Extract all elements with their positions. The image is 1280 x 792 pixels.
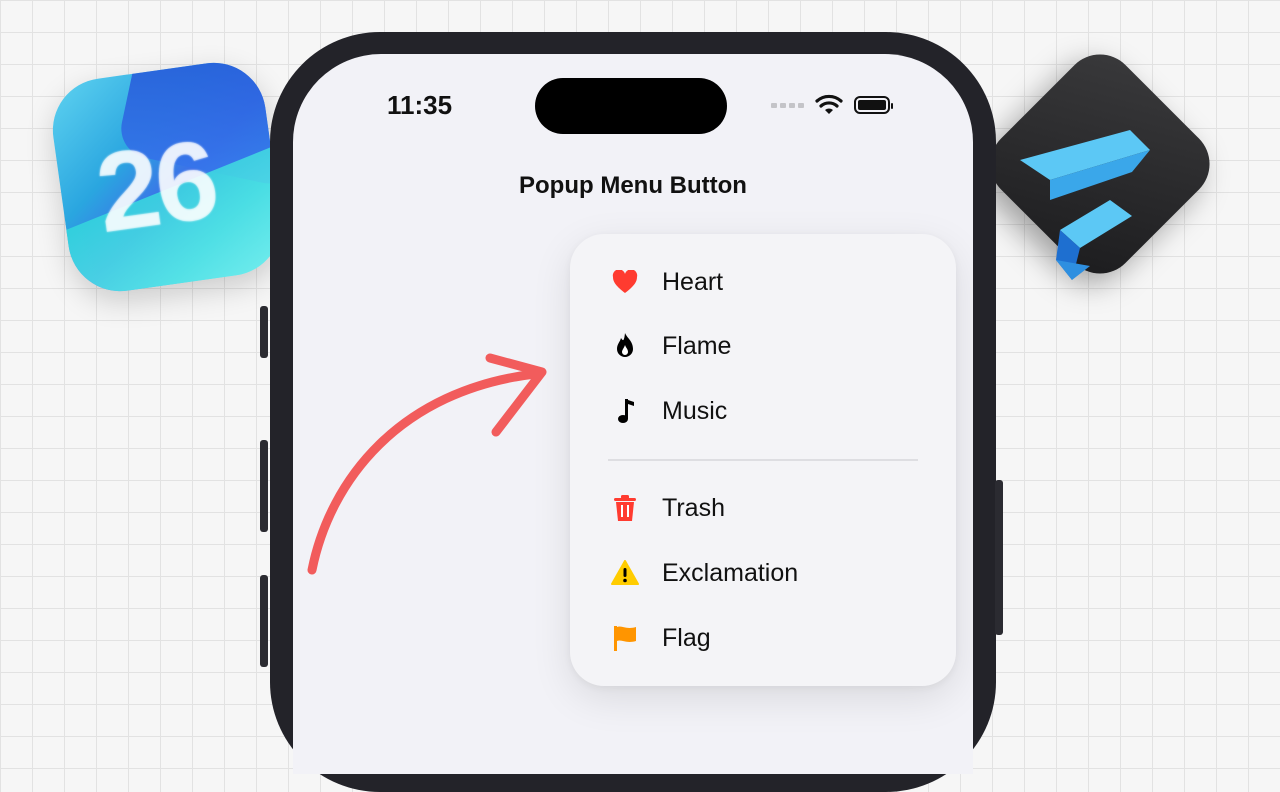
menu-item-label: Flame — [662, 331, 732, 360]
menu-item-music[interactable]: Music — [570, 383, 956, 439]
music-note-icon — [610, 396, 640, 426]
wifi-icon — [815, 94, 843, 114]
flutter-logo-icon — [1020, 130, 1150, 280]
volume-up-button — [260, 440, 268, 532]
menu-divider — [608, 459, 918, 461]
heart-icon — [610, 267, 640, 297]
page-title: Popup Menu Button — [519, 172, 747, 199]
battery-icon — [854, 96, 893, 114]
ios-version-badge: 26 — [89, 116, 222, 257]
volume-down-button — [260, 575, 268, 667]
menu-item-flame[interactable]: Flame — [570, 318, 956, 374]
dynamic-island — [535, 78, 727, 134]
cellular-signal-icon — [771, 102, 804, 108]
flame-icon — [610, 331, 640, 361]
menu-item-trash[interactable]: Trash — [570, 480, 956, 536]
power-button — [995, 480, 1003, 635]
menu-item-heart[interactable]: Heart — [570, 254, 956, 310]
ios-26-app-icon: 26 — [46, 56, 288, 298]
menu-item-flag[interactable]: Flag — [570, 610, 956, 666]
status-time: 11:35 — [387, 90, 453, 120]
menu-item-label: Exclamation — [662, 558, 799, 587]
menu-item-label: Trash — [662, 493, 725, 522]
action-button — [260, 306, 268, 358]
warning-triangle-icon — [610, 558, 640, 588]
flag-icon — [610, 623, 640, 653]
menu-item-label: Heart — [662, 267, 724, 296]
menu-item-label: Music — [662, 396, 728, 425]
trash-icon — [610, 493, 640, 523]
menu-item-label: Flag — [662, 623, 711, 652]
status-indicators — [771, 92, 893, 118]
pointer-arrow-icon — [307, 353, 547, 575]
menu-item-exclamation[interactable]: Exclamation — [570, 545, 956, 601]
popup-menu: Heart Flame Music Trash Exclamation Flag — [570, 234, 956, 686]
